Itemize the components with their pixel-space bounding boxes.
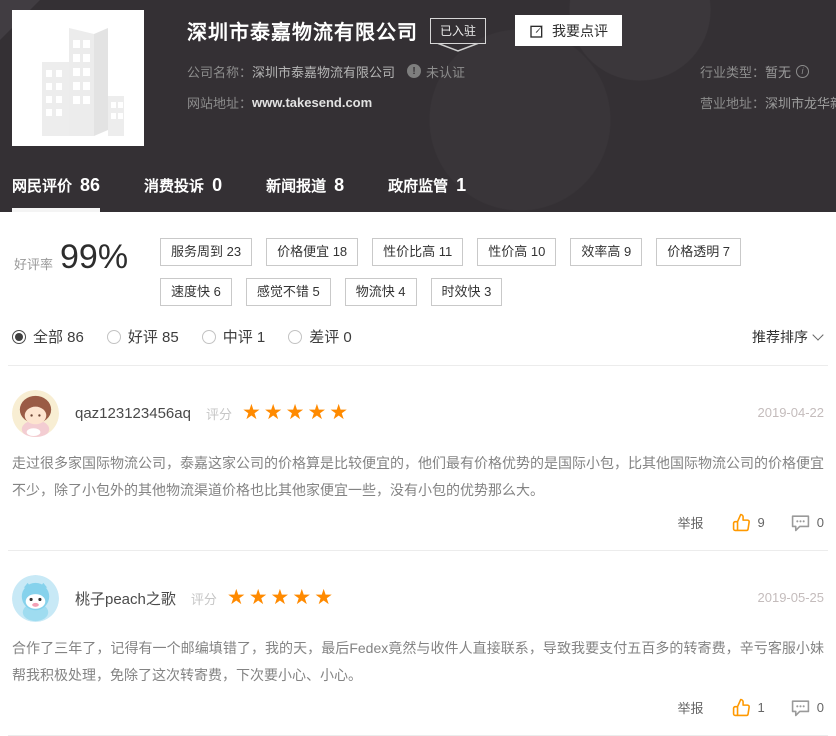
registered-badge: 已入驻 xyxy=(430,18,486,44)
radio-icon xyxy=(12,330,26,344)
rating-summary: 好评率 99% 服务周到 23 价格便宜 18 性价比高 11 性价高 10 效率高 9… xyxy=(0,212,836,306)
tab-consumer-complaints[interactable]: 消费投诉 0 xyxy=(144,175,222,212)
tag-button[interactable]: 时效快 3 xyxy=(431,278,503,306)
comment-icon xyxy=(791,513,810,532)
tag-button[interactable]: 价格便宜 18 xyxy=(266,238,358,266)
sort-dropdown[interactable]: 推荐排序 xyxy=(752,327,822,347)
address-value: 深圳市龙华新 xyxy=(765,93,836,112)
filter-all[interactable]: 全部 86 xyxy=(12,326,84,347)
filter-negative[interactable]: 差评 0 xyxy=(288,326,352,347)
report-link[interactable]: 举报 xyxy=(678,698,704,717)
thumbs-up-icon xyxy=(732,513,751,532)
company-logo xyxy=(12,10,144,146)
review-filter-bar: 全部 86 好评 85 中评 1 差评 0 推荐排序 xyxy=(0,306,836,347)
score-label: 评分 xyxy=(191,589,217,608)
avatar xyxy=(12,390,59,437)
tab-netizen-reviews[interactable]: 网民评价 86 xyxy=(12,175,100,212)
write-review-button[interactable]: 我要点评 xyxy=(515,15,622,46)
comment-button[interactable]: 0 xyxy=(791,698,824,717)
review-date: 2019-04-22 xyxy=(758,405,825,420)
tag-button[interactable]: 性价高 10 xyxy=(477,238,556,266)
like-button[interactable]: 1 xyxy=(732,698,765,717)
blue-creature-avatar-icon xyxy=(12,575,59,622)
like-count: 1 xyxy=(758,700,765,715)
chevron-down-icon xyxy=(812,329,823,340)
report-link[interactable]: 举报 xyxy=(678,513,704,532)
info-circle-icon: i xyxy=(796,65,809,78)
review-text: 走过很多家国际物流公司，泰嘉这家公司的价格算是比较便宜的，他们最有价格优势的是国… xyxy=(12,450,824,504)
score-label: 评分 xyxy=(206,404,232,423)
industry-label: 行业类型： xyxy=(700,62,765,81)
company-info-left: 公司名称： 深圳市泰嘉物流有限公司 ! 未认证 网站地址： www.takese… xyxy=(187,62,465,124)
exclamation-icon: ! xyxy=(407,64,421,78)
star-rating: ★★★★★ xyxy=(227,587,336,608)
address-label: 营业地址： xyxy=(700,93,765,112)
company-name-value: 深圳市泰嘉物流有限公司 xyxy=(252,62,395,81)
comment-count: 0 xyxy=(817,515,824,530)
company-info-right: 行业类型： 暂无 i 营业地址： 深圳市龙华新 xyxy=(700,62,836,124)
radio-icon xyxy=(202,330,216,344)
avatar xyxy=(12,575,59,622)
website-value[interactable]: www.takesend.com xyxy=(252,95,372,110)
review-item: qaz123123456aq 评分 ★★★★★ 2019-04-22 走过很多家… xyxy=(0,366,836,532)
company-header: 深圳市泰嘉物流有限公司 已入驻 我要点评 公司名称： 深圳市泰嘉物流有限公司 !… xyxy=(0,0,836,212)
positive-rate-value: 99% xyxy=(60,238,128,277)
like-button[interactable]: 9 xyxy=(732,513,765,532)
girl-avatar-icon xyxy=(12,390,59,437)
review-tags: 服务周到 23 价格便宜 18 性价比高 11 性价高 10 效率高 9 价格透明 7 速度… xyxy=(160,238,826,306)
tag-button[interactable]: 服务周到 23 xyxy=(160,238,252,266)
tab-news-reports[interactable]: 新闻报道 8 xyxy=(266,175,344,212)
review-text: 合作了三年了，记得有一个邮编填错了，我的天，最后Fedex竟然与收件人直接联系，… xyxy=(12,635,824,689)
thumbs-up-icon xyxy=(732,698,751,717)
comment-icon xyxy=(791,698,810,717)
review-item: 桃子peach之歌 评分 ★★★★★ 2019-05-25 合作了三年了，记得有… xyxy=(0,551,836,717)
tab-government-regulation[interactable]: 政府监管 1 xyxy=(388,175,466,212)
tag-button[interactable]: 速度快 6 xyxy=(160,278,232,306)
edit-icon xyxy=(529,23,545,39)
badge-ribbon-icon xyxy=(436,43,480,52)
tag-button[interactable]: 感觉不错 5 xyxy=(246,278,331,306)
industry-value: 暂无 xyxy=(765,62,791,81)
filter-neutral[interactable]: 中评 1 xyxy=(202,326,266,347)
tag-button[interactable]: 物流快 4 xyxy=(345,278,417,306)
review-date: 2019-05-25 xyxy=(758,590,825,605)
review-username: 桃子peach之歌 xyxy=(75,588,176,609)
company-review-page: { "colors": { "header_bg": "#343034", "a… xyxy=(0,0,836,733)
tab-bar: 网民评价 86 消费投诉 0 新闻报道 8 政府监管 1 xyxy=(12,175,510,212)
positive-rate-label: 好评率 xyxy=(14,254,53,273)
review-username: qaz123123456aq xyxy=(75,405,191,422)
building-icon xyxy=(12,10,144,146)
comment-count: 0 xyxy=(817,700,824,715)
comment-button[interactable]: 0 xyxy=(791,513,824,532)
filter-positive[interactable]: 好评 85 xyxy=(107,326,179,347)
website-label: 网站地址： xyxy=(187,93,252,112)
like-count: 9 xyxy=(758,515,765,530)
company-name-label: 公司名称： xyxy=(187,62,252,81)
page-title: 深圳市泰嘉物流有限公司 xyxy=(187,16,418,45)
tag-button[interactable]: 性价比高 11 xyxy=(372,238,463,266)
radio-icon xyxy=(107,330,121,344)
unverified-status: ! 未认证 xyxy=(407,62,465,81)
tag-button[interactable]: 效率高 9 xyxy=(570,238,642,266)
tag-button[interactable]: 价格透明 7 xyxy=(656,238,741,266)
radio-icon xyxy=(288,330,302,344)
star-rating: ★★★★★ xyxy=(242,402,351,423)
